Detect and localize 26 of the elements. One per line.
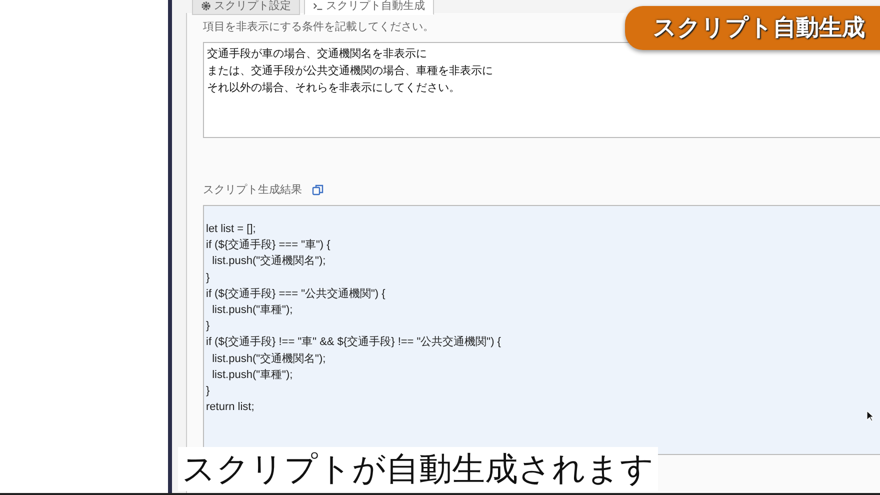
- code-line: }: [206, 319, 210, 334]
- gear-icon: [201, 0, 211, 10]
- code-line: list.push("交通機関名");: [211, 254, 326, 270]
- tab[interactable]: スクリプト設定: [192, 0, 300, 15]
- code-line: }: [206, 270, 210, 286]
- result-label: スクリプト生成結果: [203, 182, 302, 197]
- text-line: 交通手段が車の場合、交通機関名を非表示に: [207, 46, 427, 62]
- code-line: if (${交通手段} === "公共交通機関") {: [206, 286, 386, 302]
- terminal-icon: [313, 0, 323, 10]
- code-line: }: [206, 384, 210, 400]
- code-line: return list;: [206, 400, 254, 416]
- subtitle-caption: スクリプトが自動生成されます: [178, 447, 658, 491]
- text-line: または、交通手段が公共交通機関の場合、車種を非表示に: [207, 63, 493, 79]
- tab[interactable]: スクリプト自動生成: [304, 0, 434, 15]
- title-banner: スクリプト自動生成: [625, 6, 880, 50]
- code-line: list.push("車種");: [211, 303, 293, 318]
- cursor-icon: [866, 410, 874, 422]
- copy-icon[interactable]: [312, 184, 324, 196]
- field-label: 項目を非表示にする条件を記載してください。: [203, 19, 434, 34]
- code-line: list.push("車種");: [211, 368, 293, 383]
- condition-field[interactable]: 交通手段が車の場合、交通機関名を非表示に または、交通手段が公共交通機関の場合、車種を非表示に それ以外の場合、それらを非表示にしてください。: [203, 42, 880, 138]
- code-line: if (${交通手段} !== "車" && ${交通手段} !== "公共交通機関") {: [206, 334, 501, 350]
- code-line: if (${交通手段} === "車") {: [206, 238, 330, 254]
- code-line: list.push("交通機関名");: [211, 352, 326, 367]
- code-line: let list = [];: [206, 222, 256, 237]
- text-line: それ以外の場合、それらを非表示にしてください。: [207, 80, 460, 96]
